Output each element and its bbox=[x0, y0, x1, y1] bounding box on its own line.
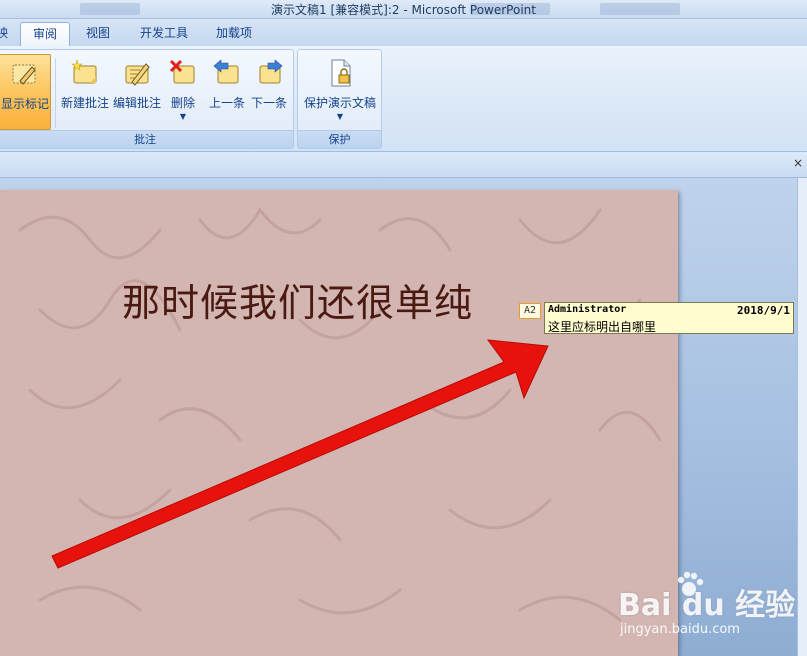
next-label: 下一条 bbox=[250, 96, 287, 110]
delete-label: 删除 bbox=[170, 96, 195, 110]
protect-presentation-label: 保护演示文稿 bbox=[303, 96, 376, 110]
ribbon: 显示标记 新建批注 编辑批注 删除 ▼ 上一条 下一条 批注 保护演示文稿 ▼ … bbox=[0, 46, 807, 152]
ribbon-tabs: 映 审阅 视图 开发工具 加载项 bbox=[0, 19, 807, 46]
show-markup-label: 显示标记 bbox=[0, 97, 49, 111]
comments-group-label: 批注 bbox=[0, 130, 293, 148]
tab-addins[interactable]: 加载项 bbox=[206, 22, 262, 46]
chevron-down-icon: ▼ bbox=[336, 112, 344, 121]
watermark-brand: Bai du 经验 bbox=[618, 588, 796, 623]
title-bar: 演示文稿1 [兼容模式]:2 - Microsoft PowerPoint bbox=[0, 0, 807, 19]
new-comment-button[interactable]: 新建批注 bbox=[59, 54, 111, 130]
delete-comment-button[interactable]: 删除 ▼ bbox=[165, 54, 201, 130]
previous-comment-button[interactable]: 上一条 bbox=[207, 54, 247, 130]
protect-group: 保护演示文稿 ▼ 保护 bbox=[297, 49, 382, 149]
delete-icon bbox=[169, 59, 195, 84]
close-icon[interactable]: × bbox=[793, 156, 803, 170]
watermark-url: jingyan.baidu.com bbox=[620, 622, 740, 637]
group-separator bbox=[55, 58, 56, 128]
protect-presentation-button[interactable]: 保护演示文稿 ▼ bbox=[300, 54, 380, 130]
slide-title[interactable]: 那时候我们还很单纯 bbox=[122, 272, 473, 327]
comment-box[interactable]: Administrator 2018/9/1 这里应标明出自哪里 bbox=[544, 302, 794, 334]
baidu-watermark: Bai du 经验 jingyan.baidu.com bbox=[618, 566, 807, 656]
comments-group: 显示标记 新建批注 编辑批注 删除 ▼ 上一条 下一条 批注 bbox=[0, 49, 294, 149]
protect-group-label: 保护 bbox=[298, 130, 381, 148]
calligraphy-background bbox=[18, 207, 662, 622]
previous-icon bbox=[213, 59, 239, 84]
comment-marker[interactable]: A2 bbox=[519, 303, 541, 319]
show-markup-icon bbox=[12, 64, 36, 85]
new-comment-label: 新建批注 bbox=[60, 96, 109, 110]
pane-header: × bbox=[0, 152, 807, 178]
previous-label: 上一条 bbox=[208, 96, 245, 110]
new-comment-icon bbox=[71, 59, 97, 84]
tab-slideshow[interactable]: 映 bbox=[0, 22, 10, 46]
next-icon bbox=[259, 59, 283, 84]
edit-comment-label: 编辑批注 bbox=[112, 96, 161, 110]
tab-view[interactable]: 视图 bbox=[76, 22, 120, 46]
slide[interactable] bbox=[0, 190, 678, 656]
lock-document-icon bbox=[331, 59, 351, 87]
show-markup-button[interactable]: 显示标记 bbox=[0, 54, 51, 130]
next-comment-button[interactable]: 下一条 bbox=[249, 54, 289, 130]
edit-comment-button[interactable]: 编辑批注 bbox=[111, 54, 163, 130]
comment-text: 这里应标明出自哪里 bbox=[548, 320, 657, 334]
comment-author: Administrator bbox=[548, 304, 627, 315]
chevron-down-icon: ▼ bbox=[179, 112, 187, 121]
window-title: 演示文稿1 [兼容模式]:2 - Microsoft PowerPoint bbox=[271, 3, 536, 17]
tab-developer[interactable]: 开发工具 bbox=[132, 22, 196, 46]
tab-review[interactable]: 审阅 bbox=[20, 22, 70, 46]
edit-comment-icon bbox=[125, 63, 150, 86]
comment-date: 2018/9/1 bbox=[737, 304, 790, 317]
